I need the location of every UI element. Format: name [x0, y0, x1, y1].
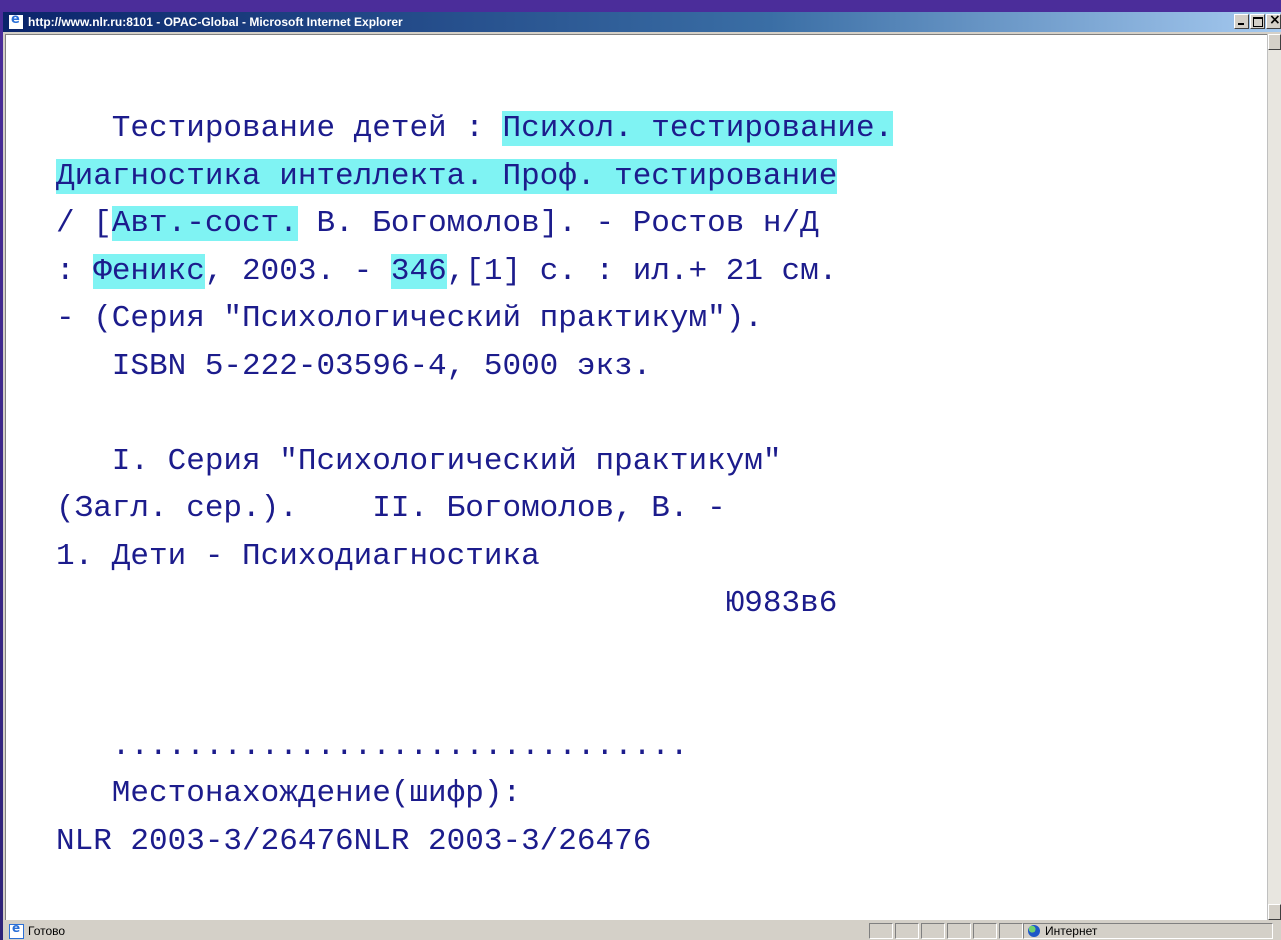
highlighted-term: Авт.-сост.: [111, 206, 298, 241]
catalog-record: Тестирование детей : Психол. тестировани…: [56, 105, 894, 866]
globe-icon: [1028, 925, 1040, 937]
minimize-button[interactable]: [1234, 14, 1249, 29]
page-icon: [9, 921, 24, 939]
record-text: / [: [56, 206, 112, 241]
record-line: [56, 628, 893, 676]
record-text: , 2003. -: [204, 253, 391, 289]
ie-icon: [8, 12, 24, 30]
record-line: NLR 2003-3/26476NLR 2003-3/26476: [56, 818, 893, 866]
title-bar: http://www.nlr.ru:8101 - OPAC-Global - M…: [3, 12, 1281, 32]
record-text: ISBN 5-222-03596-4, 5000 экз.: [56, 348, 652, 384]
page-content: Тестирование детей : Психол. тестировани…: [5, 34, 1267, 920]
record-line: 1. Дети - Психодиагностика: [56, 533, 893, 581]
status-panel: [895, 923, 919, 939]
window-controls: [1234, 12, 1281, 29]
record-text: В. Богомолов]. - Ростов н/Д: [297, 206, 819, 241]
record-line: Местонахождение(шифр):: [56, 770, 893, 818]
maximize-button[interactable]: [1250, 14, 1265, 29]
scroll-up-button[interactable]: [1268, 34, 1281, 50]
record-line: I. Серия "Психологический практикум": [56, 438, 893, 486]
record-text: Местонахождение(шифр):: [56, 776, 522, 811]
highlighted-term: Психол. тестирование.: [502, 111, 894, 146]
status-panel: [869, 923, 893, 939]
record-line: : Феникс, 2003. - 346,[1] с. : ил.+ 21 с…: [56, 248, 893, 296]
record-line: (Загл. сер.). II. Богомолов, В. -: [56, 485, 893, 533]
status-panel: [973, 923, 997, 939]
record-text: NLR 2003-3/26476NLR 2003-3/26476: [56, 823, 652, 859]
status-panel: [999, 923, 1023, 939]
security-zone: Интернет: [1023, 923, 1273, 939]
highlighted-term: 346: [390, 253, 447, 289]
record-text: :: [56, 253, 94, 289]
record-line: ISBN 5-222-03596-4, 5000 экз.: [56, 343, 893, 391]
record-text: (Загл. сер.). II. Богомолов, В. -: [56, 491, 726, 526]
record-line: [56, 675, 893, 723]
record-line: - (Серия "Психологический практикум").: [56, 295, 893, 343]
record-line: Тестирование детей : Психол. тестировани…: [56, 105, 894, 153]
status-bar: Готово Интернет: [3, 921, 1281, 940]
record-line: / [Авт.-сост. В. Богомолов]. - Ростов н/…: [56, 200, 893, 248]
browser-window: http://www.nlr.ru:8101 - OPAC-Global - M…: [3, 12, 1281, 940]
record-text: ,[1] с. : ил.+ 21 см.: [446, 253, 838, 289]
zone-label: Интернет: [1045, 924, 1098, 938]
record-line: ...............................: [56, 723, 893, 771]
vertical-scrollbar[interactable]: [1267, 34, 1281, 920]
record-text: I. Серия "Психологический практикум": [56, 443, 782, 479]
record-text: 1. Дети - Психодиагностика: [56, 538, 540, 574]
record-text: ...............................: [56, 728, 689, 764]
close-button[interactable]: [1266, 12, 1281, 29]
record-line: [56, 390, 893, 438]
window-title: http://www.nlr.ru:8101 - OPAC-Global - M…: [28, 15, 403, 29]
record-text: Тестирование детей :: [56, 111, 503, 146]
status-text: Готово: [28, 924, 66, 938]
highlighted-term: Феникс: [93, 253, 205, 289]
record-text: - (Серия "Психологический практикум").: [56, 301, 763, 336]
scroll-down-button[interactable]: [1268, 904, 1281, 920]
record-text: Ю983в6: [56, 586, 838, 621]
record-line: Диагностика интеллекта. Проф. тестирован…: [56, 153, 893, 201]
record-line: Ю983в6: [56, 580, 893, 628]
status-panel: [921, 923, 945, 939]
status-panels: [869, 923, 1025, 939]
status-panel: [947, 923, 971, 939]
highlighted-term: Диагностика интеллекта. Проф. тестирован…: [56, 158, 838, 194]
